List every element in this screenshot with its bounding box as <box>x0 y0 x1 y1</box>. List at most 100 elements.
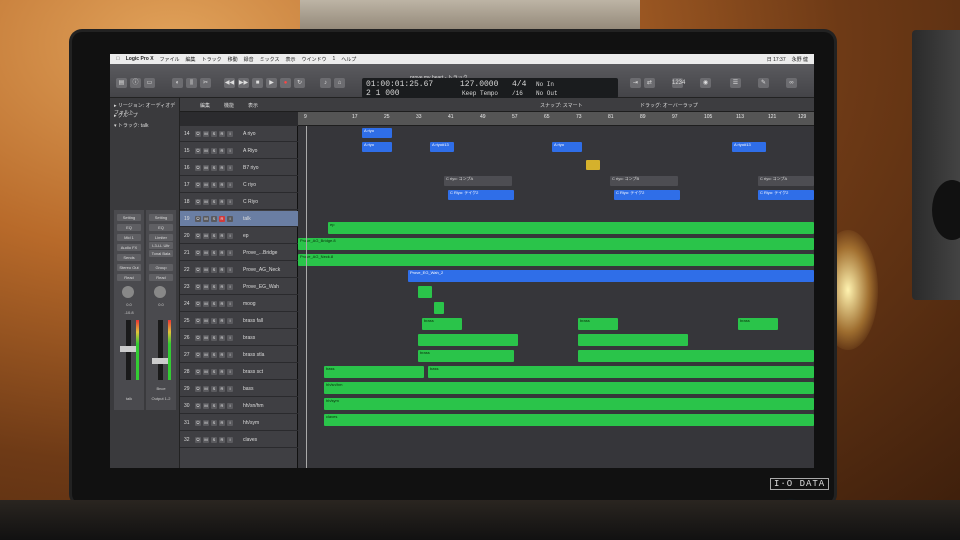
track-name[interactable]: claves <box>243 437 257 443</box>
smart-controls-button[interactable]: ◐ <box>172 78 183 88</box>
menu-file[interactable]: ファイル <box>160 56 180 63</box>
track-header[interactable]: 16 ⏻ M S R I B7 riyo <box>180 160 298 176</box>
input-monitor-button[interactable]: I <box>227 266 233 273</box>
power-icon[interactable]: ⏻ <box>195 249 201 256</box>
power-icon[interactable]: ⏻ <box>195 317 201 324</box>
editors-button[interactable]: ✂ <box>200 78 211 88</box>
track-name[interactable]: brass sct <box>243 369 263 375</box>
track-header[interactable]: 14 ⏻ M S R I A riyo <box>180 126 298 142</box>
master-volume-icon[interactable]: ◉ <box>700 78 711 88</box>
bar-ruler[interactable]: 9 17 25 33 41 49 57 65 73 81 89 97 105 1… <box>298 112 814 126</box>
midi-region[interactable]: hh/sym <box>324 398 814 410</box>
record-enable-button[interactable]: R <box>219 198 225 205</box>
track-header[interactable]: 25 ⏻ M S R Ibrass fall <box>180 313 298 329</box>
track-name[interactable]: brass <box>243 335 255 341</box>
power-icon[interactable]: ⏻ <box>195 266 201 273</box>
track-header[interactable]: 32 ⏻ M S R Iclaves <box>180 432 298 448</box>
inspector-button[interactable]: ⓘ <box>130 78 141 88</box>
solo-button[interactable]: S <box>211 147 217 154</box>
input-monitor-button[interactable]: I <box>227 300 233 307</box>
power-icon[interactable]: ⏻ <box>195 334 201 341</box>
track-header[interactable]: 28 ⏻ M S R Ibrass sct <box>180 364 298 380</box>
power-icon[interactable]: ⏻ <box>195 402 201 409</box>
menu-view[interactable]: 表示 <box>285 56 295 63</box>
solo-button[interactable]: S <box>211 266 217 273</box>
midi-region[interactable]: brass <box>578 318 618 330</box>
track-name[interactable]: talk <box>243 216 251 222</box>
menu-user[interactable]: 永野 健 <box>792 56 808 63</box>
mute-button[interactable]: M <box>203 249 209 256</box>
input-monitor-button[interactable]: I <box>227 164 233 171</box>
midi-region[interactable]: brass <box>738 318 778 330</box>
audio-region[interactable]: Prove_AG_Neck.8 <box>298 254 814 266</box>
strip-audio-fx[interactable]: Audio FX <box>117 244 141 251</box>
solo-button[interactable]: S <box>211 300 217 307</box>
apple-icon[interactable]:  <box>116 56 120 62</box>
mute-button[interactable]: M <box>203 147 209 154</box>
midi-region[interactable] <box>434 302 444 314</box>
power-icon[interactable]: ⏻ <box>195 164 201 171</box>
audio-region[interactable]: A riyo#13 <box>732 142 766 152</box>
track-name[interactable]: ep <box>243 233 249 239</box>
strip2-plugin-l3[interactable]: L3-LL Ultr <box>149 242 173 249</box>
strip2-setting[interactable]: Setting <box>149 214 173 221</box>
power-icon[interactable]: ⏻ <box>195 215 201 222</box>
power-icon[interactable]: ⏻ <box>195 130 201 137</box>
track-name[interactable]: Prove_AG_Neck <box>243 267 280 273</box>
strip2-automation-mode[interactable]: Read <box>149 274 173 281</box>
playhead[interactable] <box>306 126 307 468</box>
inspector-group-header[interactable]: ▸ グループ <box>114 112 138 119</box>
mute-button[interactable]: M <box>203 181 209 188</box>
audio-region[interactable]: Prove_AG_Bridge.8 <box>298 238 814 250</box>
menu-1[interactable]: 1 <box>333 56 336 62</box>
arrange-area[interactable]: A riyo A riyo A riyo#13 A riyo A riyo#13… <box>298 126 814 468</box>
lcd-display[interactable]: 01:00:01:25.67 2 1 000 127.0000 Keep Tem… <box>362 78 618 98</box>
strip2-plugin-limiter[interactable]: Limiter <box>149 234 173 241</box>
loop-browser-button[interactable]: ∞ <box>786 78 797 88</box>
snap-menu[interactable]: スナップ: スマート <box>540 102 583 109</box>
mute-button[interactable]: M <box>203 130 209 137</box>
midi-region[interactable]: bass <box>324 366 424 378</box>
autopunch-button[interactable]: ⇥ <box>630 78 641 88</box>
track-header[interactable]: 29 ⏻ M S R Ibass <box>180 381 298 397</box>
record-enable-button[interactable]: R <box>219 436 225 443</box>
stop-button[interactable]: ■ <box>252 78 263 88</box>
mute-button[interactable]: M <box>203 164 209 171</box>
track-header[interactable]: 24 ⏻ M S R Imoog <box>180 296 298 312</box>
track-name[interactable]: B7 riyo <box>243 165 259 171</box>
input-monitor-button[interactable]: I <box>227 181 233 188</box>
mute-button[interactable]: M <box>203 436 209 443</box>
record-enable-button[interactable]: R <box>219 130 225 137</box>
mute-button[interactable]: M <box>203 283 209 290</box>
input-monitor-button[interactable]: I <box>227 147 233 154</box>
record-enable-button[interactable]: R <box>219 419 225 426</box>
mixer-button[interactable]: ⫼ <box>186 78 197 88</box>
solo-button[interactable]: S <box>211 249 217 256</box>
power-icon[interactable]: ⏻ <box>195 368 201 375</box>
solo-button[interactable]: S <box>211 402 217 409</box>
audio-region[interactable]: C riyo: コンプB <box>610 176 678 186</box>
power-icon[interactable]: ⏻ <box>195 181 201 188</box>
midi-region[interactable] <box>418 286 432 298</box>
library-button[interactable]: ▤ <box>116 78 127 88</box>
record-enable-button[interactable]: R <box>219 317 225 324</box>
record-enable-button[interactable]: R <box>219 164 225 171</box>
track-name[interactable]: hh/sn/hm <box>243 403 264 409</box>
menu-navigate[interactable]: 移動 <box>228 56 238 63</box>
power-icon[interactable]: ⏻ <box>195 232 201 239</box>
mute-button[interactable]: M <box>203 419 209 426</box>
mute-button[interactable]: M <box>203 385 209 392</box>
menu-record[interactable]: 録音 <box>244 56 254 63</box>
midi-region[interactable]: claves <box>324 414 814 426</box>
track-header[interactable]: 27 ⏻ M S R Ibrass stla <box>180 347 298 363</box>
inspector-track-header[interactable]: ▾ トラック: talk <box>114 122 148 129</box>
strip-sends[interactable]: Sends <box>117 254 141 261</box>
mute-button[interactable]: M <box>203 317 209 324</box>
function-menu[interactable]: 機能 <box>224 102 234 109</box>
view-menu[interactable]: 表示 <box>248 102 258 109</box>
solo-button[interactable]: S <box>211 351 217 358</box>
track-name[interactable]: Prove_EG_Wah <box>243 284 279 290</box>
track-name[interactable]: bass <box>243 386 254 392</box>
audio-region[interactable]: Prove_EG_Wah_2 <box>408 270 814 282</box>
audio-region[interactable]: C riyo: コンプA <box>758 176 814 186</box>
